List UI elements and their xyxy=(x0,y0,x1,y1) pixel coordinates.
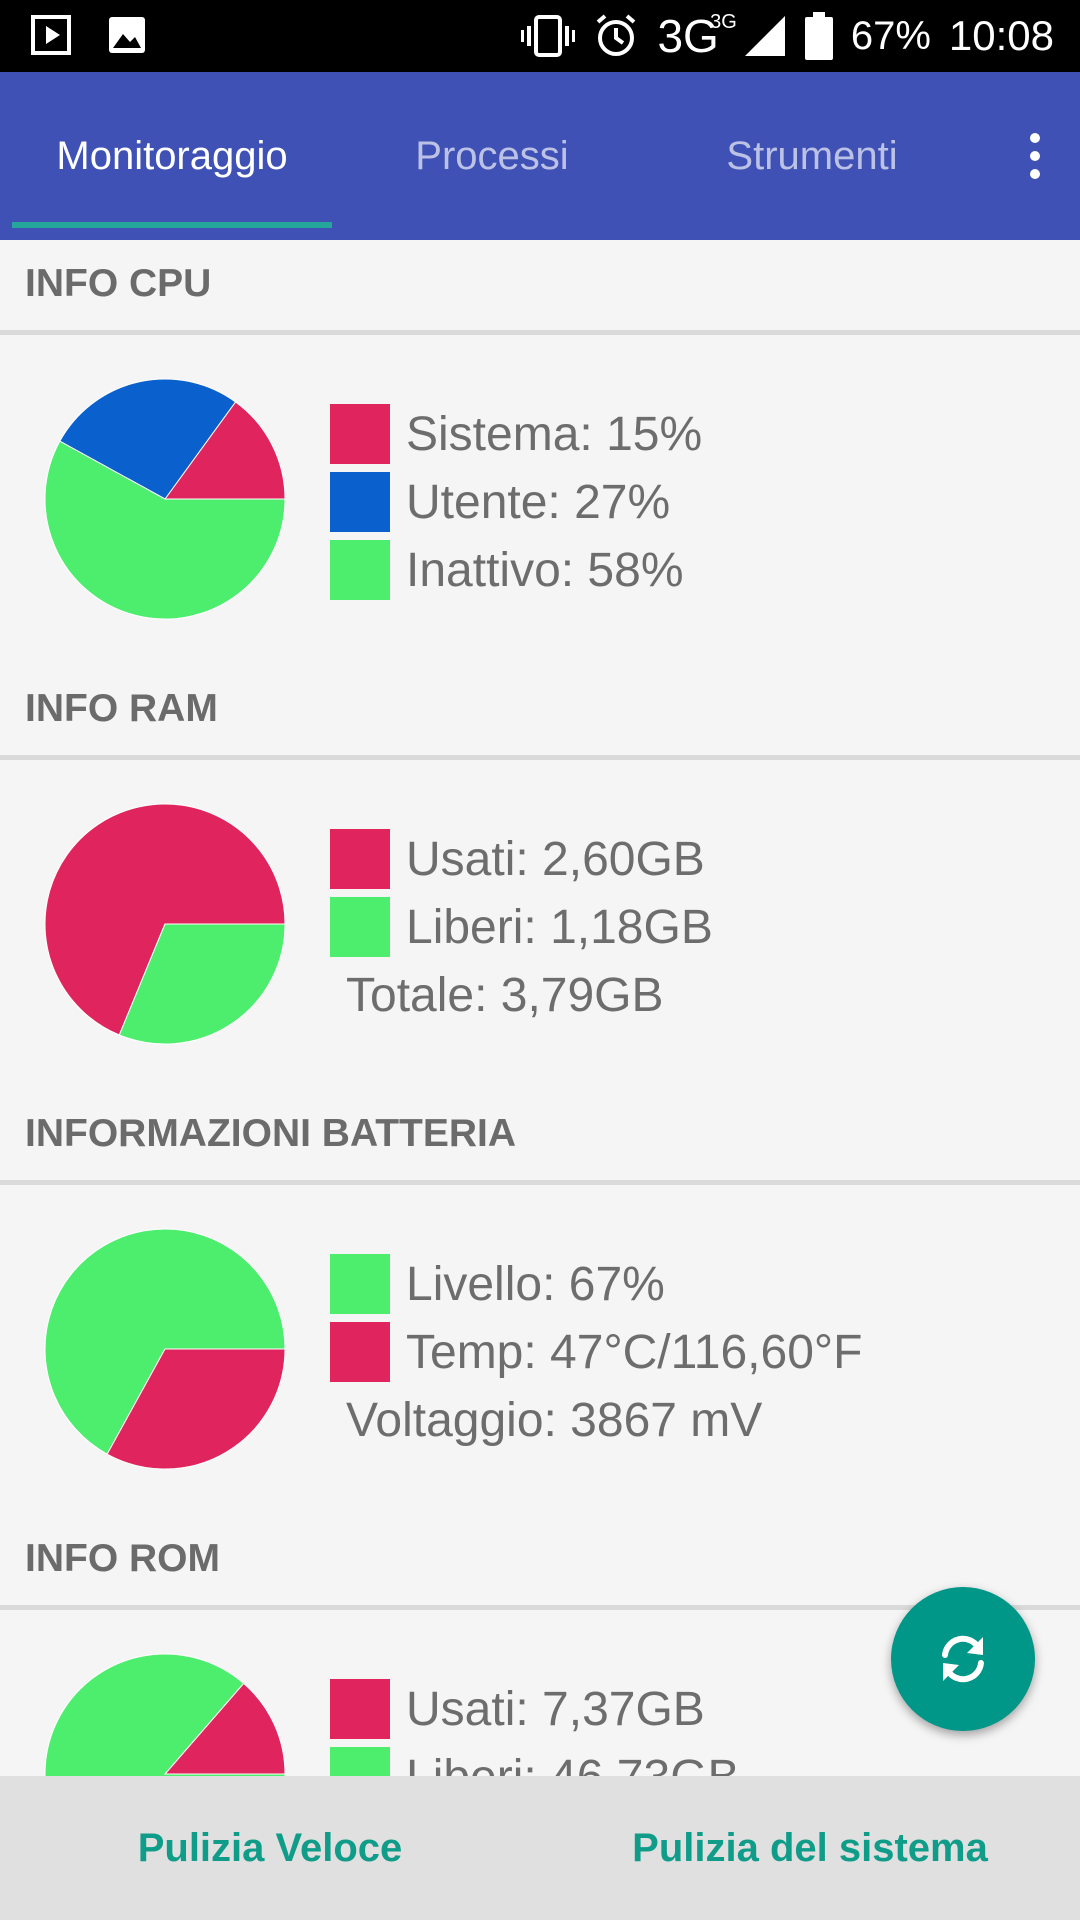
legend-label: Liberi: 1,18GB xyxy=(406,900,713,954)
legend-label: Usati: 7,37GB xyxy=(406,1682,705,1736)
network-type: 3G 3G xyxy=(657,10,737,62)
section-title: INFO RAM xyxy=(25,687,218,730)
battery-legend: Livello: 67% Temp: 47°C/116,60°F Voltagg… xyxy=(330,1250,862,1454)
legend-label: Utente: 27% xyxy=(406,475,671,529)
clock: 10:08 xyxy=(948,12,1054,59)
tab-indicator xyxy=(12,222,332,228)
legend-swatch xyxy=(330,1679,390,1739)
legend-item: Usati: 7,37GB xyxy=(330,1675,740,1743)
cpu-pie-chart xyxy=(44,378,286,620)
tab-monitoraggio[interactable]: Monitoraggio xyxy=(12,72,332,240)
legend-item: Sistema: 15% xyxy=(330,400,702,468)
battery-icon xyxy=(804,12,833,60)
divider xyxy=(0,330,1080,335)
section-title: INFORMAZIONI BATTERIA xyxy=(25,1112,517,1155)
legend-swatch xyxy=(330,1254,390,1314)
legend-label: Temp: 47°C/116,60°F xyxy=(406,1325,863,1379)
legend-swatch xyxy=(330,829,390,889)
battery-percent: 67% xyxy=(850,13,931,58)
legend-swatch xyxy=(330,540,390,600)
legend-item: Livello: 67% xyxy=(330,1250,862,1318)
ram-section: INFO RAM Usati: 2,60GB Liberi: 1,18GB To… xyxy=(0,665,1080,1090)
legend-item: Liberi: 46,73GB xyxy=(330,1743,740,1776)
divider xyxy=(0,1180,1080,1185)
section-title: INFO ROM xyxy=(25,1537,220,1580)
system-clean-button[interactable]: Pulizia del sistema xyxy=(540,1776,1080,1920)
legend-item: Utente: 27% xyxy=(330,468,702,536)
legend-item: Usati: 2,60GB xyxy=(330,825,713,893)
refresh-icon xyxy=(942,1635,984,1683)
ram-total: Totale: 3,79GB xyxy=(346,968,664,1022)
section-title: INFO CPU xyxy=(25,262,212,305)
battery-section: INFORMAZIONI BATTERIA Livello: 67% Temp:… xyxy=(0,1090,1080,1515)
legend-label: Livello: 67% xyxy=(406,1257,665,1311)
rom-legend: Usati: 7,37GB Liberi: 46,73GB xyxy=(330,1675,740,1776)
refresh-button[interactable] xyxy=(891,1587,1035,1731)
play-store-icon xyxy=(31,15,71,55)
rom-pie-chart xyxy=(44,1653,286,1776)
legend-item: Temp: 47°C/116,60°F xyxy=(330,1318,862,1386)
legend-swatch xyxy=(330,1747,390,1776)
ram-legend: Usati: 2,60GB Liberi: 1,18GB Totale: 3,7… xyxy=(330,825,713,1029)
cpu-section: INFO CPU Sistema: 15% Utente: 27% Inatti… xyxy=(0,240,1080,665)
divider xyxy=(0,755,1080,760)
app-bar: Monitoraggio Processi Strumenti xyxy=(0,72,1080,240)
legend-label: Liberi: 46,73GB xyxy=(406,1750,740,1777)
status-bar: 3G 3G 67% 10:08 xyxy=(0,0,1080,72)
monitor-content: INFO CPU Sistema: 15% Utente: 27% Inatti… xyxy=(0,240,1080,1776)
ram-pie-chart xyxy=(44,803,286,1045)
cpu-legend: Sistema: 15% Utente: 27% Inattivo: 58% xyxy=(330,400,702,604)
quick-clean-button[interactable]: Pulizia Veloce xyxy=(0,1776,540,1920)
legend-swatch xyxy=(330,1322,390,1382)
legend-swatch xyxy=(330,404,390,464)
tab-strumenti[interactable]: Strumenti xyxy=(652,72,972,240)
vibrate-icon xyxy=(521,15,576,57)
legend-swatch xyxy=(330,472,390,532)
legend-item: Liberi: 1,18GB xyxy=(330,893,713,961)
tab-processi[interactable]: Processi xyxy=(332,72,652,240)
signal-icon xyxy=(744,16,785,56)
bottom-action-bar: Pulizia Veloce Pulizia del sistema xyxy=(0,1776,1080,1920)
legend-swatch xyxy=(330,897,390,957)
image-icon xyxy=(109,17,145,53)
legend-item: Inattivo: 58% xyxy=(330,536,702,604)
legend-label: Inattivo: 58% xyxy=(406,543,684,597)
legend-label: Usati: 2,60GB xyxy=(406,832,705,886)
legend-label: Sistema: 15% xyxy=(406,407,703,461)
battery-pie-chart xyxy=(44,1228,286,1470)
battery-voltage: Voltaggio: 3867 mV xyxy=(346,1393,763,1447)
overflow-menu-icon[interactable] xyxy=(990,72,1080,240)
alarm-icon xyxy=(597,14,636,56)
